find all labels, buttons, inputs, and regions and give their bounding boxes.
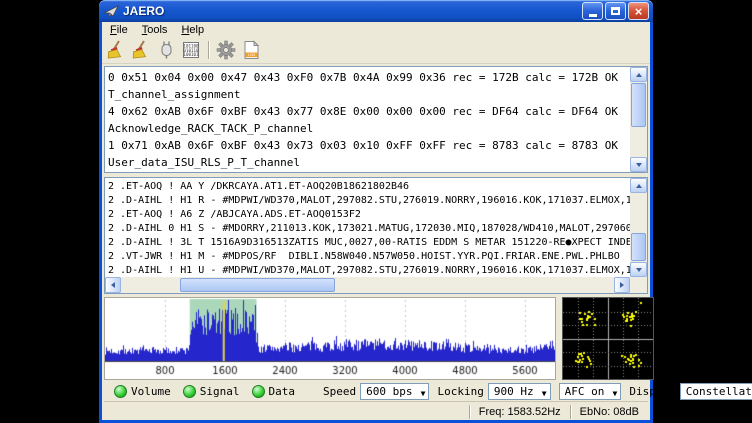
scroll-thumb[interactable] xyxy=(631,83,646,127)
constellation-canvas xyxy=(563,298,653,379)
titlebar[interactable]: JAERO × xyxy=(99,0,653,22)
broom-icon xyxy=(131,40,151,60)
volume-led-icon xyxy=(114,385,127,398)
log-line: 1 0x71 0xAB 0x6F 0xBF 0x43 0x73 0x03 0x1… xyxy=(108,137,630,154)
locking-label: Locking xyxy=(437,385,483,398)
status-frequency: Freq: 1583.52Hz xyxy=(469,405,570,419)
gear-icon xyxy=(216,40,236,60)
constellation-display xyxy=(562,297,654,380)
toolbar-separator xyxy=(208,41,209,59)
menu-file[interactable]: File xyxy=(103,24,135,36)
connect-button[interactable] xyxy=(155,39,177,61)
log-line: 2 .VT-JWR ! H1 M - #MDPOS/RF DIBLI.N58W0… xyxy=(108,250,630,264)
app-icon xyxy=(103,4,119,18)
spectrum-display[interactable] xyxy=(104,297,556,380)
settings-button[interactable] xyxy=(215,39,237,61)
log-line: 2 .D-AIHL ! 3L T 1516A9D316513ZATIS MUC,… xyxy=(108,236,630,250)
broom-icon xyxy=(106,40,126,60)
screenshot-root: { "window": { "title": "JAERO" }, "menu"… xyxy=(0,0,752,423)
scrollbar-corner xyxy=(630,277,647,293)
log-line: 2 .ET-AOQ ! AA Y /DKRCAYA.AT1.ET-AOQ20B1… xyxy=(108,180,630,194)
signal-displays xyxy=(104,297,648,380)
arrow-up-icon xyxy=(636,73,642,77)
arrow-down-icon xyxy=(636,163,642,167)
arrow-up-icon xyxy=(636,184,642,188)
signal-indicator: Signal xyxy=(183,385,240,398)
control-bar: Volume Signal Data Speed 600 bps Locking… xyxy=(104,381,648,401)
decoder-log: 0 0x51 0x04 0x00 0x47 0x43 0xF0 0x7B 0x4… xyxy=(105,67,630,172)
log-line: 2 .D-AIHL ! H1 U - #MDPWI/WD370,MALOT,29… xyxy=(108,264,630,277)
log-line: T_channel_assignment xyxy=(108,86,630,103)
log-line: 2 .ET-AOQ ! A6 Z /ABJCAYA.ADS.ET-AOQ0153… xyxy=(108,208,630,222)
binary-icon: 101100 010110 100101 xyxy=(181,40,201,60)
logging-button[interactable]: LOG xyxy=(240,39,262,61)
svg-text:LOG: LOG xyxy=(248,53,256,57)
menubar: File Tools Help xyxy=(102,22,650,37)
menu-help[interactable]: Help xyxy=(174,24,211,36)
window-frame: File Tools Help xyxy=(99,22,653,423)
window-title: JAERO xyxy=(123,4,582,18)
speed-select[interactable]: 600 bps xyxy=(360,383,429,400)
log-line: User_data_ISU_RLS_P_T_channel xyxy=(108,154,630,171)
message-output-box[interactable]: 2 .ET-AOQ ! AA Y /DKRCAYA.AT1.ET-AOQ20B1… xyxy=(104,177,648,294)
desktop-letterbox: JAERO × File Tools Help xyxy=(0,0,752,423)
scroll-track[interactable] xyxy=(630,193,647,262)
scroll-down-button[interactable] xyxy=(630,157,647,172)
decoder-vertical-scrollbar[interactable] xyxy=(630,67,647,172)
scroll-up-button[interactable] xyxy=(630,67,647,82)
minimize-icon xyxy=(589,14,597,17)
locking-select[interactable]: 900 Hz xyxy=(488,383,551,400)
window-controls: × xyxy=(582,2,649,20)
scroll-up-button[interactable] xyxy=(630,178,647,193)
signal-led-icon xyxy=(183,385,196,398)
arrow-right-icon xyxy=(620,282,624,288)
scroll-track[interactable] xyxy=(121,277,614,293)
scroll-down-button[interactable] xyxy=(630,262,647,277)
status-ebno: EbNo: 08dB xyxy=(570,405,648,419)
volume-label: Volume xyxy=(131,385,171,398)
log-line: Acknowledge_RACK_TACK_P_channel xyxy=(108,120,630,137)
signal-label: Signal xyxy=(200,385,240,398)
scroll-thumb[interactable] xyxy=(180,278,335,292)
data-label: Data xyxy=(269,385,296,398)
speed-label: Speed xyxy=(323,385,356,398)
clear-messages-button[interactable] xyxy=(130,39,152,61)
scroll-thumb[interactable] xyxy=(631,233,646,261)
maximize-icon xyxy=(611,7,620,15)
log-document-icon: LOG xyxy=(241,40,261,60)
message-log: 2 .ET-AOQ ! AA Y /DKRCAYA.AT1.ET-AOQ20B1… xyxy=(105,178,630,277)
decoder-output-box[interactable]: 0 0x51 0x04 0x00 0x47 0x43 0xF0 0x7B 0x4… xyxy=(104,66,648,173)
volume-indicator: Volume xyxy=(114,385,171,398)
menu-tools[interactable]: Tools xyxy=(135,24,175,36)
message-horizontal-scrollbar[interactable] xyxy=(105,277,630,293)
log-line: 2 .D-AIHL ! H1 R - #MDPWI/WD370,MALOT,29… xyxy=(108,194,630,208)
raw-bits-button[interactable]: 101100 010110 100101 xyxy=(180,39,202,61)
data-indicator: Data xyxy=(252,385,296,398)
message-vertical-scrollbar[interactable] xyxy=(630,178,647,277)
arrow-down-icon xyxy=(636,268,642,272)
minimize-button[interactable] xyxy=(582,2,603,20)
scroll-left-button[interactable] xyxy=(105,277,121,293)
log-line: 4 0x62 0xAB 0x6F 0xBF 0x43 0x77 0x8E 0x0… xyxy=(108,103,630,120)
toolbar: 101100 010110 100101 xyxy=(102,37,650,64)
spectrum-canvas[interactable] xyxy=(105,298,555,379)
maximize-button[interactable] xyxy=(605,2,626,20)
svg-text:100101: 100101 xyxy=(183,52,199,57)
display-label: Display xyxy=(629,385,675,398)
client-area: 0 0x51 0x04 0x00 0x47 0x43 0xF0 0x7B 0x4… xyxy=(102,64,650,422)
log-line: 2 .D-AIHL 0 H1 S - #MDORRY,211013.KOK,17… xyxy=(108,222,630,236)
close-button[interactable]: × xyxy=(628,2,649,20)
arrow-left-icon xyxy=(111,282,115,288)
data-led-icon xyxy=(252,385,265,398)
clear-console-button[interactable] xyxy=(105,39,127,61)
display-select[interactable]: Constellation xyxy=(680,383,752,400)
scroll-track[interactable] xyxy=(630,82,647,157)
plug-icon xyxy=(156,40,176,60)
status-bar: Freq: 1583.52Hz EbNo: 08dB xyxy=(104,401,648,422)
afc-select[interactable]: AFC on xyxy=(559,383,622,400)
log-line: 0 0x51 0x04 0x00 0x47 0x43 0xF0 0x7B 0x4… xyxy=(108,69,630,86)
scroll-right-button[interactable] xyxy=(614,277,630,293)
jaero-window: JAERO × File Tools Help xyxy=(99,0,653,423)
